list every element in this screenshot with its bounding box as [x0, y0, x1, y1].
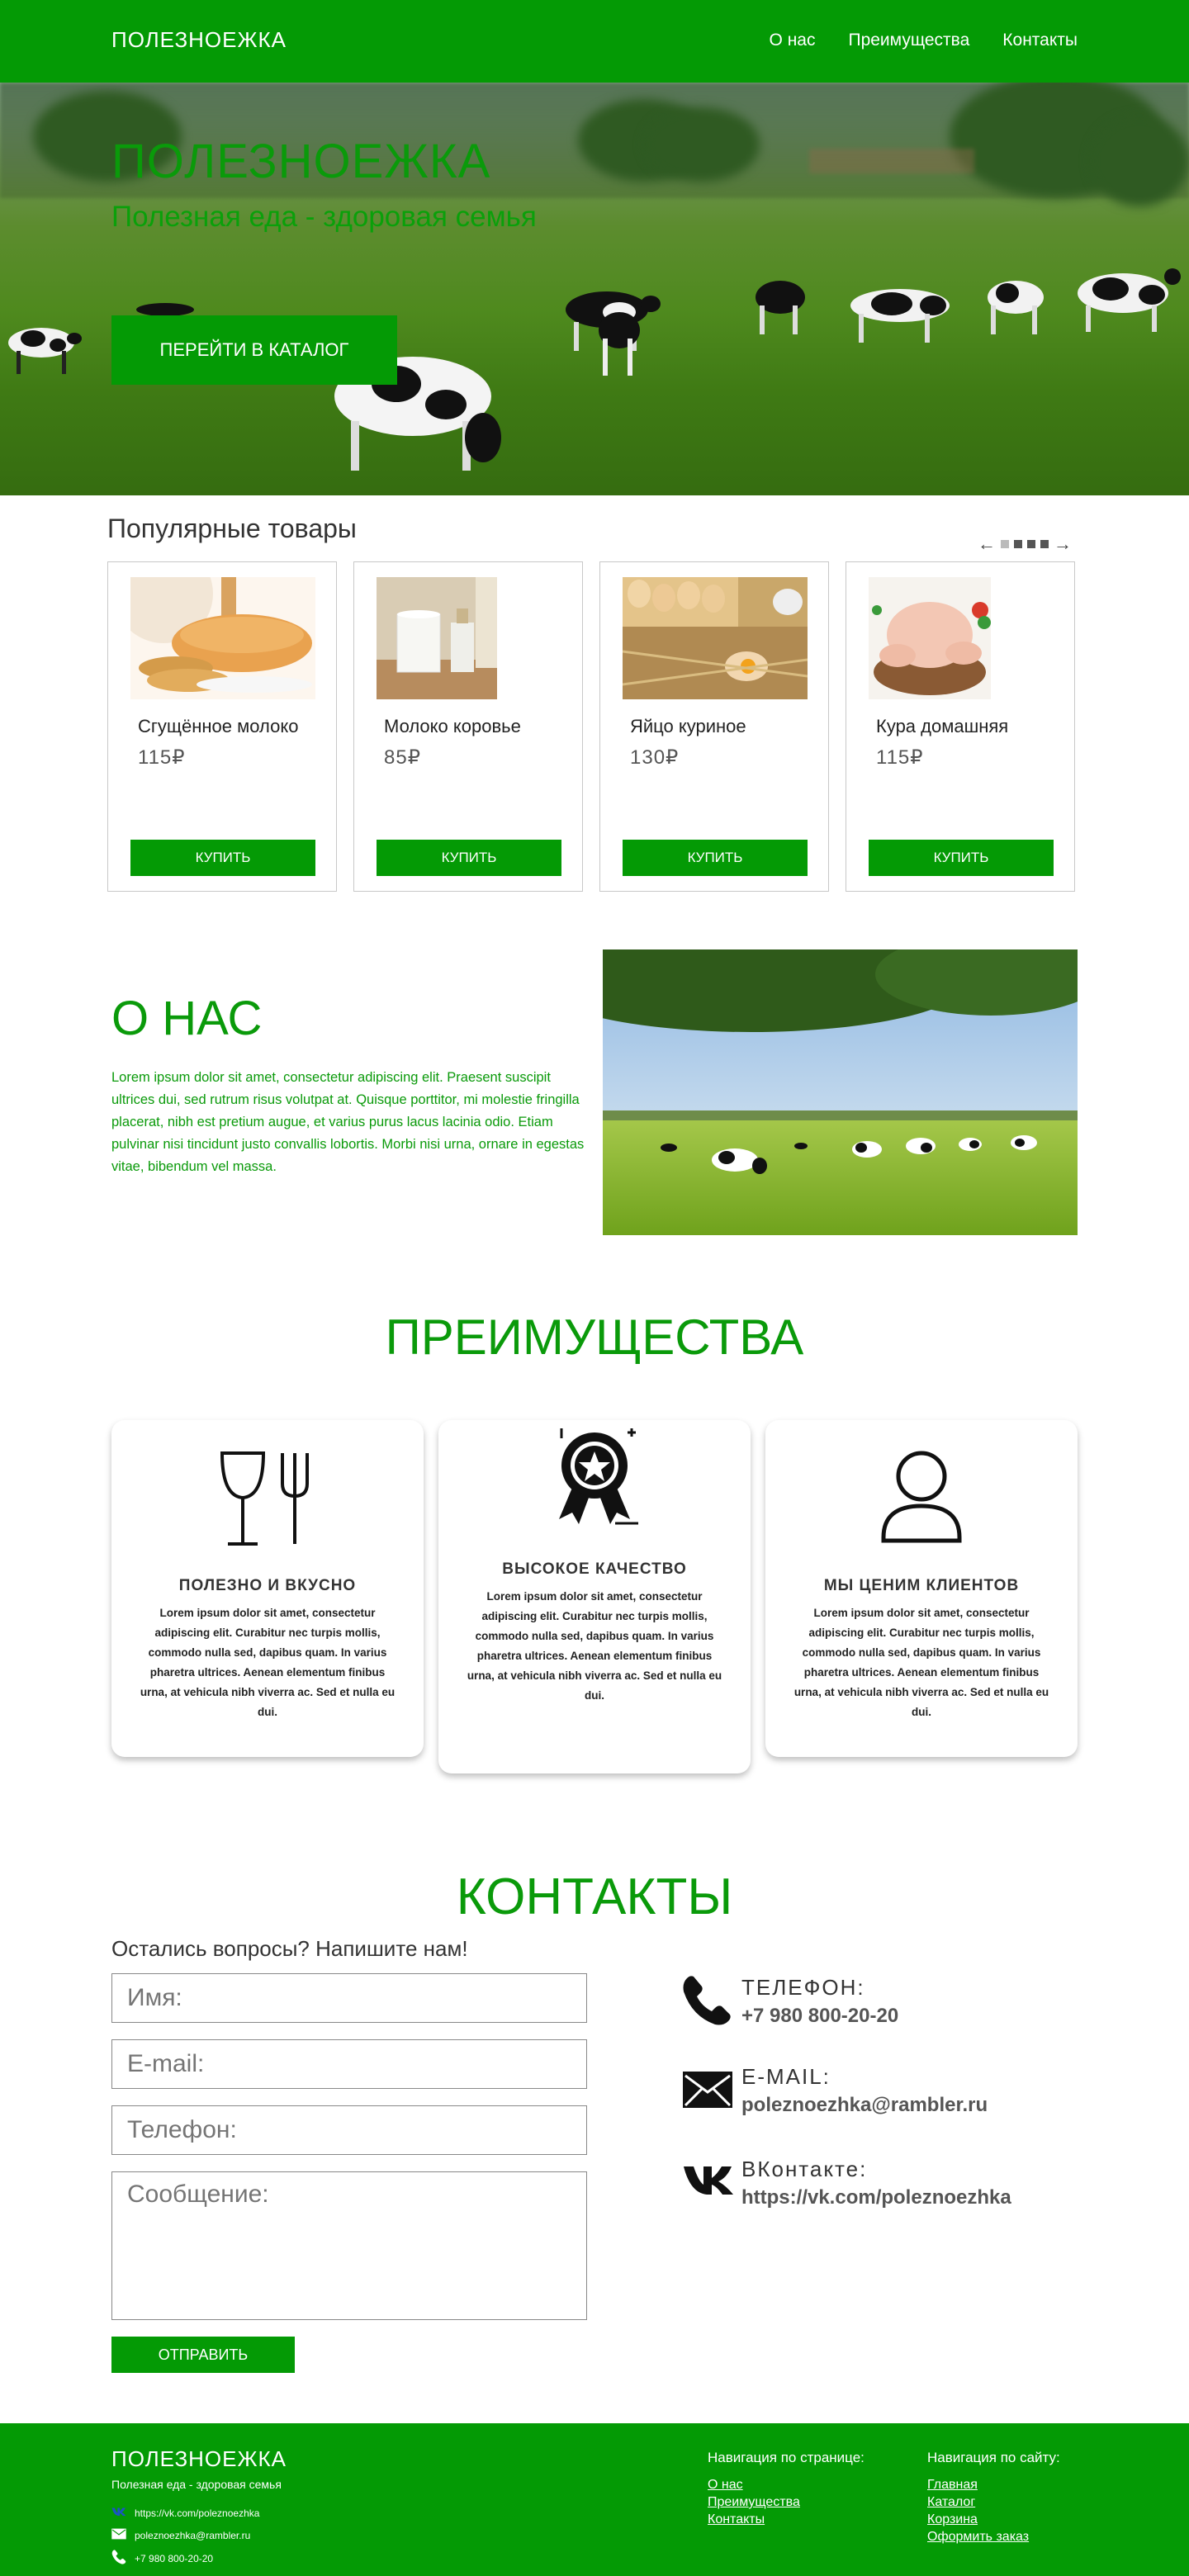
- footer-brand[interactable]: ПОЛЕЗНОЕЖКА: [111, 2446, 287, 2472]
- popular-products-title: Популярные товары: [107, 514, 357, 543]
- about-text: Lorem ipsum dolor sit amet, consectetur …: [111, 1070, 585, 1174]
- footer-link-cart[interactable]: Корзина: [927, 2511, 1060, 2528]
- contact-label: E-MAIL:: [741, 2064, 831, 2089]
- email-field[interactable]: [111, 2039, 587, 2089]
- cow-milk-photo[interactable]: [377, 577, 497, 699]
- advantage-text: Lorem ipsum dolor sit amet, consectetur …: [140, 1607, 396, 1718]
- product-card: Кура домашняя 115₽ КУПИТЬ: [846, 561, 1075, 892]
- vk-icon: [111, 2507, 126, 2519]
- phone-icon: [682, 1975, 732, 2030]
- contacts-subtitle: Остались вопросы? Напишите нам!: [111, 1936, 468, 1961]
- hero-subtitle: Полезная еда - здоровая семья: [111, 201, 537, 233]
- contact-value[interactable]: https://vk.com/poleznoezhka: [741, 2186, 1011, 2209]
- product-price: 130₽: [630, 746, 680, 769]
- footer-link-contacts[interactable]: Контакты: [708, 2511, 865, 2528]
- footer-vk-link[interactable]: https://vk.com/poleznoezhka: [135, 2507, 259, 2519]
- footer-link-advantages[interactable]: Преимущества: [708, 2493, 865, 2511]
- advantage-card: ВЫСОКОЕ КАЧЕСТВО Lorem ipsum dolor sit a…: [438, 1420, 751, 1773]
- buy-button[interactable]: КУПИТЬ: [377, 840, 561, 876]
- nav-link-about[interactable]: О нас: [770, 31, 816, 50]
- hero-title: ПОЛЕЗНОЕЖКА: [111, 135, 491, 188]
- buy-button[interactable]: КУПИТЬ: [869, 840, 1054, 876]
- footer-email: poleznoezhka@rambler.ru: [111, 2528, 250, 2542]
- footer-link-about[interactable]: О нас: [708, 2476, 865, 2493]
- contact-label: ВКонтакте:: [741, 2157, 868, 2181]
- footer-site-nav-title: Навигация по сайту:: [927, 2450, 1060, 2465]
- about-title: О НАС: [111, 992, 263, 1045]
- product-price: 115₽: [876, 746, 924, 769]
- hero-banner: ПОЛЕЗНОЕЖКА Полезная еда - здоровая семь…: [0, 83, 1189, 495]
- go-to-catalog-button[interactable]: ПЕРЕЙТИ В КАТАЛОГ: [111, 315, 397, 385]
- footer-site-nav: Навигация по сайту: Главная Каталог Корз…: [927, 2450, 1060, 2545]
- product-name: Молоко коровье: [384, 716, 521, 736]
- footer-phone-link[interactable]: +7 980 800-20-20: [135, 2553, 213, 2564]
- product-price: 115₽: [138, 746, 186, 769]
- advantage-card: МЫ ЦЕНИМ КЛИЕНТОВ Lorem ipsum dolor sit …: [765, 1420, 1078, 1757]
- phone-icon: [111, 2550, 126, 2567]
- footer-link-home[interactable]: Главная: [927, 2476, 1060, 2493]
- advantage-text: Lorem ipsum dolor sit amet, consectetur …: [467, 1590, 722, 1702]
- footer-vk: https://vk.com/poleznoezhka: [111, 2507, 259, 2519]
- pager-dot[interactable]: [1040, 540, 1049, 548]
- product-price: 85₽: [384, 746, 421, 769]
- footer-subtitle: Полезная еда - здоровая семья: [111, 2478, 282, 2491]
- product-card: Сгущённое молоко 115₽ КУПИТЬ: [107, 561, 337, 892]
- nav-link-advantages[interactable]: Преимущества: [848, 31, 969, 50]
- name-field[interactable]: [111, 1973, 587, 2023]
- award-badge-icon: [438, 1420, 751, 1532]
- footer-link-checkout[interactable]: Оформить заказ: [927, 2528, 1060, 2545]
- top-navbar: ПОЛЕЗНОЕЖКА О нас Преимущества Контакты: [0, 0, 1189, 83]
- advantage-title: ПОЛЕЗНО И ВКУСНО: [178, 1577, 357, 1594]
- advantages-title: ПРЕИМУЩЕСТВА: [385, 1309, 804, 1365]
- footer-page-nav: Навигация по странице: О нас Преимуществ…: [708, 2450, 865, 2528]
- advantage-text: Lorem ipsum dolor sit amet, consectetur …: [793, 1607, 1049, 1718]
- main-nav: О нас Преимущества Контакты: [770, 31, 1078, 50]
- product-card: Яйцо куриное 130₽ КУПИТЬ: [599, 561, 829, 892]
- product-name: Сгущённое молоко: [138, 716, 299, 736]
- nav-link-contacts[interactable]: Контакты: [1002, 31, 1078, 50]
- footer-phone: +7 980 800-20-20: [111, 2550, 213, 2567]
- contact-value[interactable]: poleznoezhka@rambler.ru: [741, 2094, 988, 2117]
- phone-field[interactable]: [111, 2105, 587, 2155]
- contact-value[interactable]: +7 980 800-20-20: [741, 2005, 898, 2028]
- mail-icon: [682, 2071, 733, 2113]
- arrow-right-icon[interactable]: →: [1054, 533, 1072, 555]
- advantage-title: ВЫСОКОЕ КАЧЕСТВО: [502, 1560, 687, 1578]
- mail-icon: [111, 2528, 126, 2542]
- cutlery-glass-icon: [111, 1438, 424, 1554]
- condensed-milk-photo[interactable]: [130, 577, 315, 699]
- advantage-title: МЫ ЦЕНИМ КЛИЕНТОВ: [823, 1577, 1020, 1594]
- buy-button[interactable]: КУПИТЬ: [130, 840, 315, 876]
- user-icon: [765, 1445, 1078, 1552]
- buy-button[interactable]: КУПИТЬ: [623, 840, 808, 876]
- pager-dot[interactable]: [1014, 540, 1022, 548]
- chicken-photo[interactable]: [869, 577, 991, 699]
- footer-page-nav-title: Навигация по странице:: [708, 2450, 865, 2465]
- product-name: Кура домашняя: [876, 716, 1009, 736]
- product-name: Яйцо куриное: [630, 716, 746, 736]
- vk-icon: [682, 2163, 735, 2200]
- brand-logo[interactable]: ПОЛЕЗНОЕЖКА: [111, 27, 287, 53]
- contacts-title: КОНТАКТЫ: [456, 1868, 733, 1925]
- footer: ПОЛЕЗНОЕЖКА Полезная еда - здоровая семь…: [0, 2423, 1189, 2576]
- footer-link-catalog[interactable]: Каталог: [927, 2493, 1060, 2511]
- product-card: Молоко коровье 85₽ КУПИТЬ: [353, 561, 583, 892]
- advantage-card: ПОЛЕЗНО И ВКУСНО Lorem ipsum dolor sit a…: [111, 1420, 424, 1757]
- pager-dot[interactable]: [1027, 540, 1035, 548]
- about-photo: [603, 949, 1078, 1235]
- arrow-left-icon[interactable]: ←: [978, 533, 996, 555]
- send-button[interactable]: ОТПРАВИТЬ: [111, 2337, 295, 2373]
- message-field[interactable]: [111, 2171, 587, 2320]
- carousel-pager: ← →: [978, 533, 1072, 555]
- eggs-photo[interactable]: [623, 577, 808, 699]
- footer-email-link[interactable]: poleznoezhka@rambler.ru: [135, 2530, 250, 2541]
- pager-dot[interactable]: [1001, 540, 1009, 548]
- contact-label: ТЕЛЕФОН:: [741, 1975, 865, 2000]
